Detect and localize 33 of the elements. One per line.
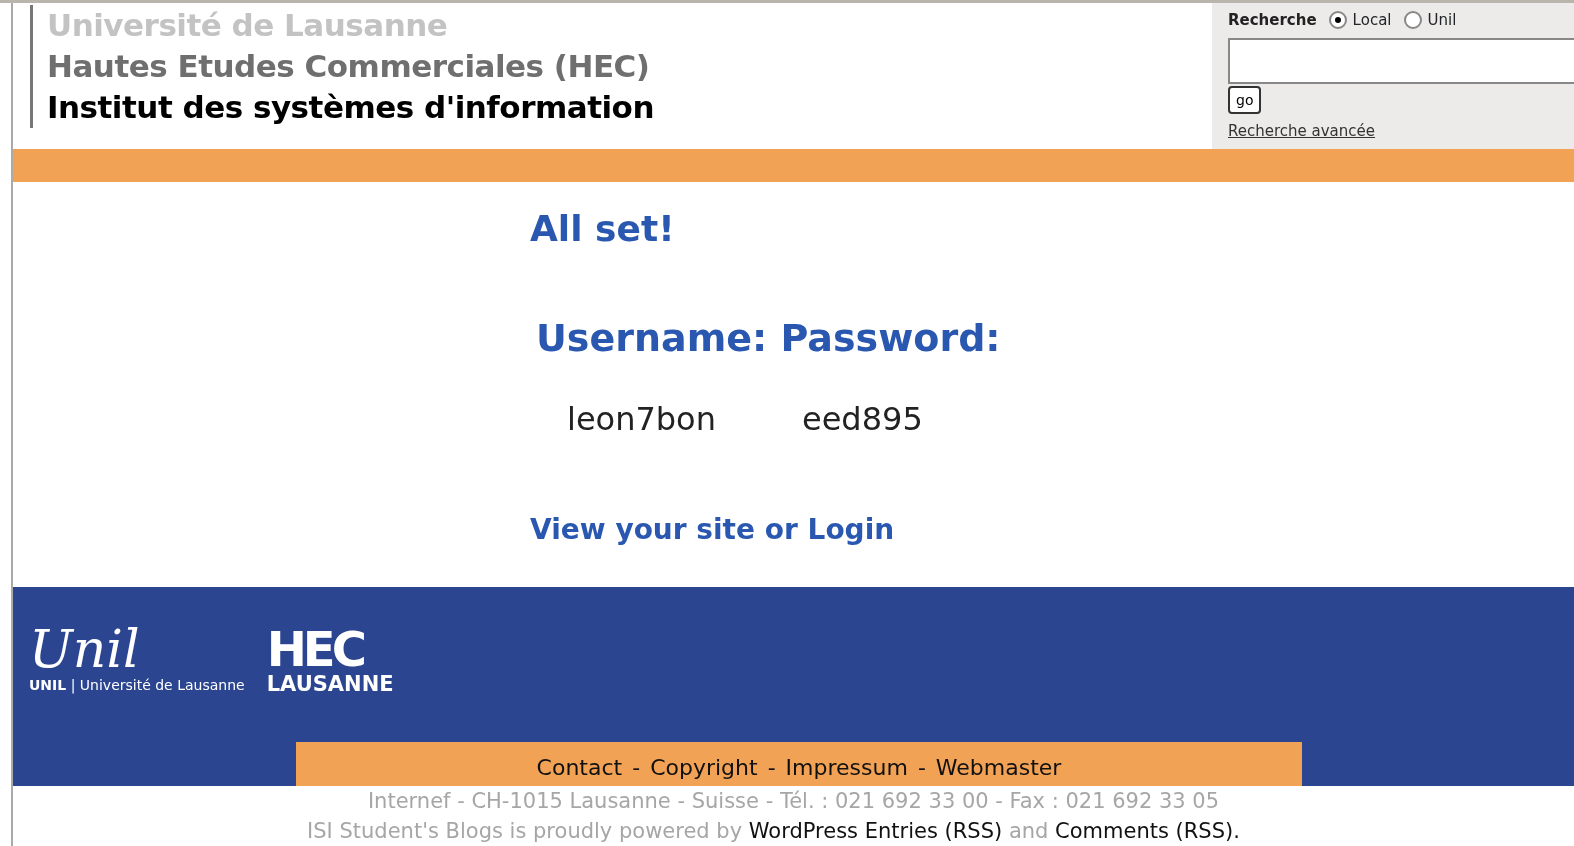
- footer-link[interactable]: Comments (RSS).: [1055, 819, 1240, 843]
- separator: -: [917, 754, 926, 782]
- advanced-search-link[interactable]: Recherche avancée: [1228, 119, 1376, 142]
- radio-label: Unil: [1427, 10, 1457, 31]
- footer-text: and: [1008, 819, 1049, 843]
- separator: -: [632, 754, 641, 782]
- footer-link[interactable]: Webmaster: [935, 751, 1062, 784]
- unil-logo: Unil: [29, 623, 140, 675]
- footer-link[interactable]: Copyright: [650, 751, 758, 784]
- go-button[interactable]: go: [1228, 85, 1262, 114]
- footer-link[interactable]: Contact: [536, 751, 623, 784]
- unil-caption: UNIL | Université de Lausanne: [29, 676, 245, 696]
- footer-link[interactable]: Impressum: [785, 751, 908, 784]
- footer-text: ISI Student's Blogs is proudly powered by: [307, 819, 743, 843]
- hec-caption: LAUSANNE: [266, 672, 394, 696]
- password-value: eed895: [801, 399, 923, 440]
- credentials-heading: Username: Password:: [536, 315, 1001, 362]
- separator: -: [767, 754, 776, 782]
- footer-link[interactable]: Entries (RSS): [864, 819, 1003, 843]
- radio-label: Local: [1352, 10, 1392, 31]
- page-heading: All set!: [530, 207, 675, 251]
- search-field[interactable]: [1228, 37, 1574, 84]
- address-text: Internef - CH-1015 Lausanne - Suisse - Tél. : 021 692 33 00 - Fax : 021 692 33 05: [366, 788, 1221, 815]
- search-label: Recherche: [1228, 10, 1317, 31]
- footer-link[interactable]: WordPress: [748, 819, 859, 843]
- header-title: Université de Lausanne: [47, 6, 449, 45]
- view-site-link[interactable]: View your site or Login: [530, 509, 895, 551]
- radio-button[interactable]: [1403, 11, 1422, 30]
- header-title: Institut des systèmes d'information: [47, 88, 655, 127]
- header-title: Hautes Etudes Commerciales (HEC): [47, 47, 651, 86]
- radio-button[interactable]: [1328, 11, 1347, 30]
- username-value: leon7bon: [567, 399, 716, 440]
- hec-logo: HEC: [266, 626, 364, 672]
